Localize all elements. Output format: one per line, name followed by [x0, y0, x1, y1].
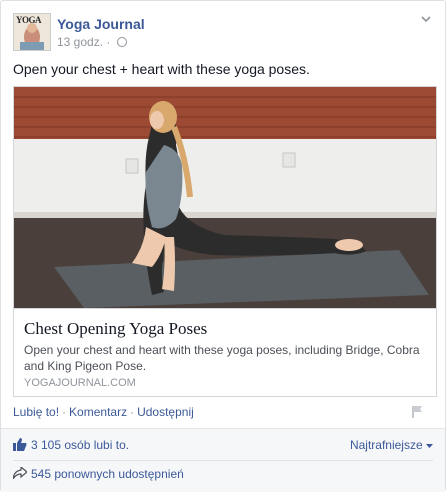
- sort-caret-icon: [426, 438, 433, 452]
- meta-separator: ·: [106, 35, 111, 49]
- likes-summary[interactable]: 3 105 osób lubi to.: [13, 438, 129, 454]
- action-separator: ·: [130, 405, 135, 419]
- ufi-divider: [13, 460, 433, 461]
- post-actions: Lubię to! · Komentarz · Udostępnij: [13, 405, 194, 419]
- like-link[interactable]: Lubię to!: [13, 405, 59, 419]
- avatar-masthead: YOGA: [16, 15, 42, 25]
- post-header: YOGA Yoga Journal 13 godz. ·: [13, 13, 433, 53]
- link-description: Open your chest and heart with these yog…: [24, 343, 420, 373]
- link-title[interactable]: Chest Opening Yoga Poses: [24, 319, 207, 339]
- chevron-down-icon[interactable]: [419, 13, 433, 27]
- link-attachment[interactable]: Chest Opening Yoga Poses Open your chest…: [13, 86, 437, 397]
- likes-count[interactable]: 3 105 osób lubi to.: [31, 438, 129, 452]
- link-image[interactable]: [14, 87, 436, 308]
- shares-summary[interactable]: 545 ponownych udostępnień: [12, 466, 184, 482]
- post-timestamp[interactable]: 13 godz.: [57, 35, 103, 49]
- action-separator: ·: [62, 405, 67, 419]
- share-link[interactable]: Udostępnij: [137, 405, 194, 419]
- post-card: YOGA Yoga Journal 13 godz. · Open your c…: [0, 0, 446, 492]
- thumbs-up-icon: [13, 438, 27, 454]
- share-arrow-icon: [12, 466, 28, 482]
- page-avatar[interactable]: YOGA: [13, 13, 51, 51]
- link-preview-body[interactable]: Chest Opening Yoga Poses Open your chest…: [14, 308, 436, 397]
- shares-count[interactable]: 545 ponownych udostępnień: [31, 467, 184, 481]
- globe-icon: [116, 36, 127, 47]
- comment-link[interactable]: Komentarz: [69, 405, 127, 419]
- link-domain: YOGAJOURNAL.COM: [24, 377, 136, 389]
- post-meta: 13 godz. ·: [57, 35, 127, 49]
- sort-label[interactable]: Najtrafniejsze: [350, 438, 423, 452]
- ufi-panel: 3 105 osób lubi to. Najtrafniejsze 545 p…: [1, 428, 445, 492]
- page-name-link[interactable]: Yoga Journal: [57, 16, 145, 32]
- flag-icon[interactable]: [411, 405, 423, 423]
- comment-sort-dropdown[interactable]: Najtrafniejsze: [350, 438, 433, 452]
- post-message: Open your chest + heart with these yoga …: [13, 61, 310, 77]
